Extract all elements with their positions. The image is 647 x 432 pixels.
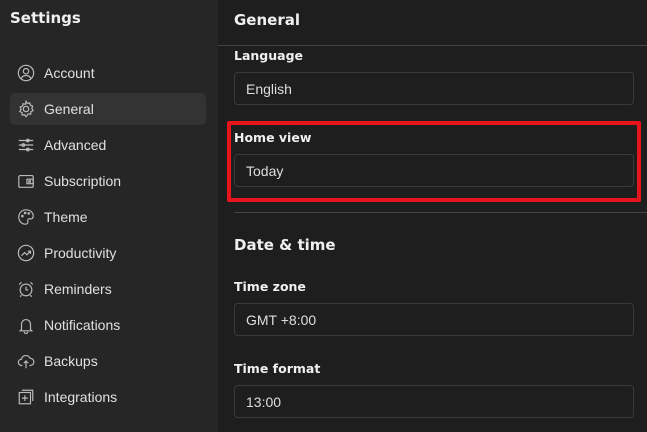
sidebar-item-integrations[interactable]: Integrations xyxy=(10,381,206,413)
sidebar-item-label: Account xyxy=(44,65,95,81)
sidebar-item-theme[interactable]: Theme xyxy=(10,201,206,233)
gear-icon xyxy=(16,99,36,119)
sidebar-item-label: Notifications xyxy=(44,317,121,333)
sidebar-item-reminders[interactable]: Reminders xyxy=(10,273,206,305)
header-divider xyxy=(218,45,647,46)
sidebar-item-advanced[interactable]: Advanced xyxy=(10,129,206,161)
sliders-icon xyxy=(16,135,36,155)
home-view-label: Home view xyxy=(234,130,312,145)
sidebar-item-notifications[interactable]: Notifications xyxy=(10,309,206,341)
language-select[interactable]: English xyxy=(234,72,634,105)
sidebar-item-label: Reminders xyxy=(44,281,112,297)
sidebar-item-account[interactable]: Account xyxy=(10,57,206,89)
date-time-heading: Date & time xyxy=(234,236,336,254)
sidebar-item-label: Integrations xyxy=(44,389,118,405)
page-title: General xyxy=(234,11,300,29)
settings-main: General Language English Home view Today… xyxy=(218,0,647,432)
bell-icon xyxy=(16,315,36,335)
section-divider xyxy=(234,212,647,213)
wallet-icon xyxy=(16,171,36,191)
sidebar-item-productivity[interactable]: Productivity xyxy=(10,237,206,269)
cloud-upload-icon xyxy=(16,351,36,371)
sidebar-item-general[interactable]: General xyxy=(10,93,206,125)
sidebar-title: Settings xyxy=(10,9,81,27)
sidebar-item-label: Theme xyxy=(44,209,88,225)
trend-icon xyxy=(16,243,36,263)
alarm-clock-icon xyxy=(16,279,36,299)
sidebar-item-label: Backups xyxy=(44,353,98,369)
language-label: Language xyxy=(234,48,304,63)
sidebar-item-label: Advanced xyxy=(44,137,107,153)
account-icon xyxy=(16,63,36,83)
time-zone-label: Time zone xyxy=(234,279,306,294)
sidebar-item-label: General xyxy=(44,101,94,117)
sidebar-item-backups[interactable]: Backups xyxy=(10,345,206,377)
plus-square-icon xyxy=(16,387,36,407)
palette-icon xyxy=(16,207,36,227)
sidebar-item-subscription[interactable]: Subscription xyxy=(10,165,206,197)
home-view-select[interactable]: Today xyxy=(234,154,634,187)
time-zone-select[interactable]: GMT +8:00 xyxy=(234,303,634,336)
time-format-label: Time format xyxy=(234,361,321,376)
sidebar-item-label: Subscription xyxy=(44,173,122,189)
settings-sidebar: Settings Account General Advanced Subscr… xyxy=(0,0,218,432)
sidebar-item-label: Productivity xyxy=(44,245,117,261)
time-format-select[interactable]: 13:00 xyxy=(234,385,634,418)
